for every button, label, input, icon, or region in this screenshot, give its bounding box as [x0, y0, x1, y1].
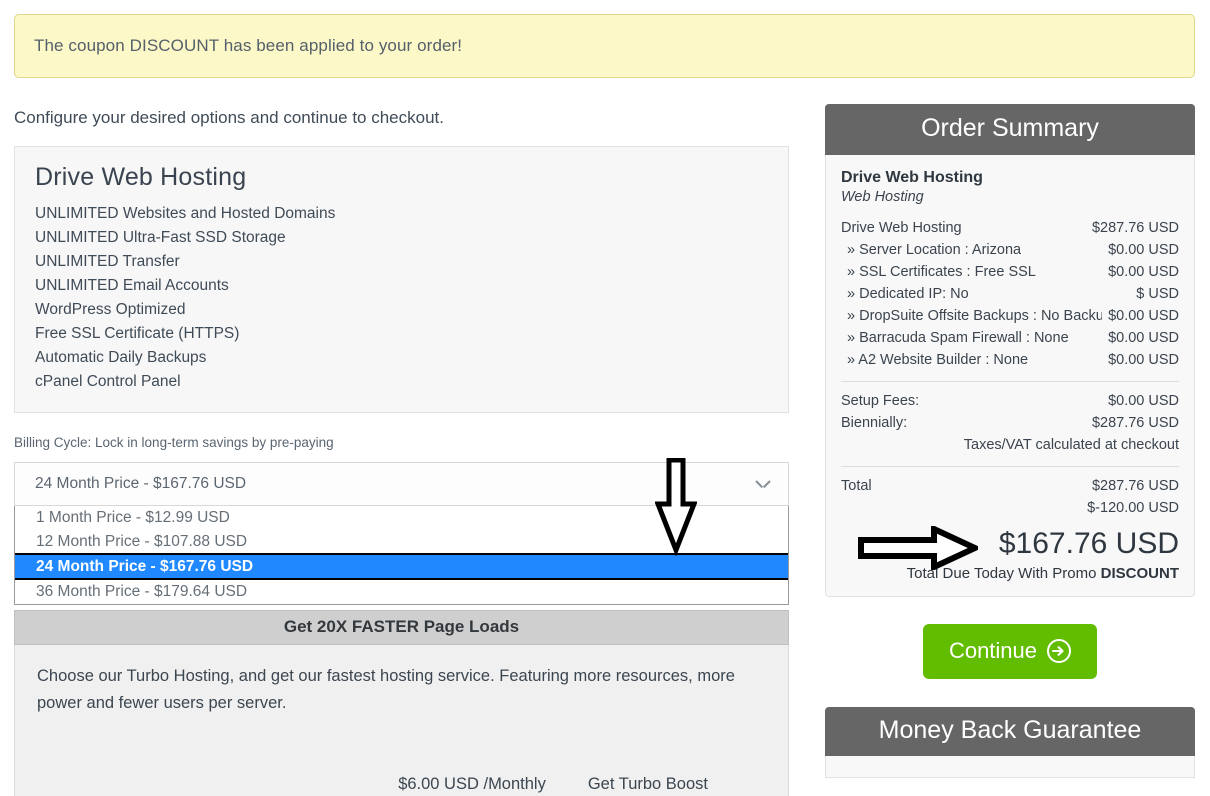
summary-line-value: $287.76 USD	[1091, 220, 1179, 236]
product-feature: UNLIMITED Websites and Hosted Domains	[35, 205, 336, 222]
summary-line-label: » DropSuite Offsite Backups : No Backup	[847, 308, 1103, 324]
grand-total-note: Total Due Today With Promo DISCOUNT	[841, 565, 1179, 582]
summary-fee-value: $287.76 USD	[1091, 415, 1179, 431]
billing-cycle-label: Billing Cycle: Lock in long-term savings…	[14, 435, 334, 450]
summary-line: » Dedicated IP: No $ USD	[841, 283, 1179, 305]
promo-code: DISCOUNT	[1100, 565, 1179, 582]
product-feature: WordPress Optimized	[35, 301, 186, 318]
summary-total-label: Total	[841, 478, 872, 494]
turbo-upsell-description: Choose our Turbo Hosting, and get our fa…	[37, 666, 735, 712]
product-title: Drive Web Hosting	[35, 163, 247, 191]
billing-cycle-option[interactable]: 1 Month Price - $12.99 USD	[15, 506, 788, 530]
order-summary-panel: Drive Web Hosting Web Hosting Drive Web …	[825, 155, 1195, 597]
billing-cycle-select-wrapper: 24 Month Price - $167.76 USD 1 Month Pri…	[14, 462, 789, 605]
product-details-panel: Drive Web Hosting UNLIMITED Websites and…	[14, 146, 789, 413]
billing-cycle-option[interactable]: 36 Month Price - $179.64 USD	[15, 580, 788, 604]
summary-product-name: Drive Web Hosting	[841, 169, 983, 186]
summary-line-value: $0.00 USD	[1108, 264, 1179, 280]
turbo-upsell-heading: Get 20X FASTER Page Loads	[14, 609, 789, 645]
product-feature: UNLIMITED Ultra-Fast SSD Storage	[35, 229, 286, 246]
summary-total-line: Total $287.76 USD	[841, 475, 1179, 497]
grand-total-amount: $167.76 USD	[998, 527, 1179, 560]
money-back-guarantee-panel	[825, 756, 1195, 778]
summary-product-category: Web Hosting	[841, 189, 924, 205]
summary-line: » SSL Certificates : Free SSL $0.00 USD	[841, 261, 1179, 283]
get-turbo-boost-button[interactable]: Get Turbo Boost	[588, 775, 708, 794]
summary-line-label: » SSL Certificates : Free SSL	[847, 264, 1036, 280]
product-feature: UNLIMITED Email Accounts	[35, 277, 229, 294]
summary-line: Drive Web Hosting $287.76 USD	[841, 217, 1179, 239]
turbo-upsell-panel: Choose our Turbo Hosting, and get our fa…	[14, 644, 789, 796]
money-back-guarantee-heading: Money Back Guarantee	[825, 707, 1195, 756]
page-instruction-text: Configure your desired options and conti…	[14, 108, 444, 127]
summary-line-label: » Server Location : Arizona	[847, 242, 1022, 258]
summary-fee-value: $0.00 USD	[1108, 393, 1179, 409]
grand-total-note-prefix: Total Due Today With Promo	[906, 565, 1101, 582]
coupon-alert-message: The coupon DISCOUNT has been applied to …	[34, 36, 463, 55]
summary-line-value: $0.00 USD	[1108, 242, 1179, 258]
summary-line-label: » Dedicated IP: No	[847, 286, 969, 302]
product-feature: Automatic Daily Backups	[35, 349, 207, 366]
summary-line: » Barracuda Spam Firewall : None $0.00 U…	[841, 327, 1179, 349]
chevron-down-icon	[756, 480, 770, 489]
summary-line-label: » Barracuda Spam Firewall : None	[847, 330, 1069, 346]
summary-line-value: $0.00 USD	[1108, 352, 1179, 368]
summary-fee-label: Setup Fees:	[841, 393, 920, 409]
summary-line-value: $ USD	[1136, 286, 1179, 302]
coupon-applied-alert: The coupon DISCOUNT has been applied to …	[14, 14, 1195, 78]
summary-divider	[841, 466, 1179, 467]
summary-divider	[841, 381, 1179, 382]
summary-line-label: » A2 Website Builder : None	[847, 352, 1029, 368]
continue-button[interactable]: Continue	[922, 624, 1098, 679]
summary-line: » Server Location : Arizona $0.00 USD	[841, 239, 1179, 261]
billing-cycle-option-selected[interactable]: 24 Month Price - $167.76 USD	[15, 553, 788, 580]
summary-fee-line: Setup Fees: $0.00 USD	[841, 390, 1179, 412]
summary-line-label: Drive Web Hosting	[841, 220, 962, 236]
summary-fee-label: Biennially:	[841, 415, 908, 431]
turbo-price: $6.00 USD /Monthly	[398, 774, 546, 793]
turbo-upsell-footer: $6.00 USD /Monthly Get Turbo Boost	[37, 775, 766, 794]
order-summary-column: Order Summary Drive Web Hosting Web Host…	[825, 104, 1195, 778]
product-feature: cPanel Control Panel	[35, 373, 181, 390]
billing-cycle-option[interactable]: 12 Month Price - $107.88 USD	[15, 530, 788, 554]
tax-note: Taxes/VAT calculated at checkout	[963, 437, 1179, 453]
summary-discount-value: $-120.00 USD	[1087, 500, 1179, 516]
continue-button-label: Continue	[948, 638, 1038, 663]
summary-fee-line: Biennially: $287.76 USD	[841, 412, 1179, 434]
configuration-column: Drive Web Hosting UNLIMITED Websites and…	[14, 146, 789, 796]
summary-line-value: $0.00 USD	[1108, 330, 1179, 346]
order-configuration-page: The coupon DISCOUNT has been applied to …	[0, 0, 1210, 796]
summary-line: » DropSuite Offsite Backups : No Backup …	[841, 305, 1179, 327]
circle-arrow-right-icon	[1047, 639, 1072, 663]
summary-line: » A2 Website Builder : None $0.00 USD	[841, 349, 1179, 371]
billing-cycle-selected-value: 24 Month Price - $167.76 USD	[35, 475, 247, 492]
continue-button-wrapper: Continue	[825, 624, 1195, 679]
summary-line-value: $0.00 USD	[1108, 308, 1179, 324]
summary-total-value: $287.76 USD	[1091, 478, 1179, 494]
billing-cycle-select[interactable]: 24 Month Price - $167.76 USD	[14, 462, 789, 506]
product-feature: UNLIMITED Transfer	[35, 253, 180, 270]
product-feature: Free SSL Certificate (HTTPS)	[35, 325, 240, 342]
order-summary-heading: Order Summary	[825, 104, 1195, 155]
billing-cycle-option-list[interactable]: 1 Month Price - $12.99 USD 12 Month Pric…	[14, 506, 789, 605]
